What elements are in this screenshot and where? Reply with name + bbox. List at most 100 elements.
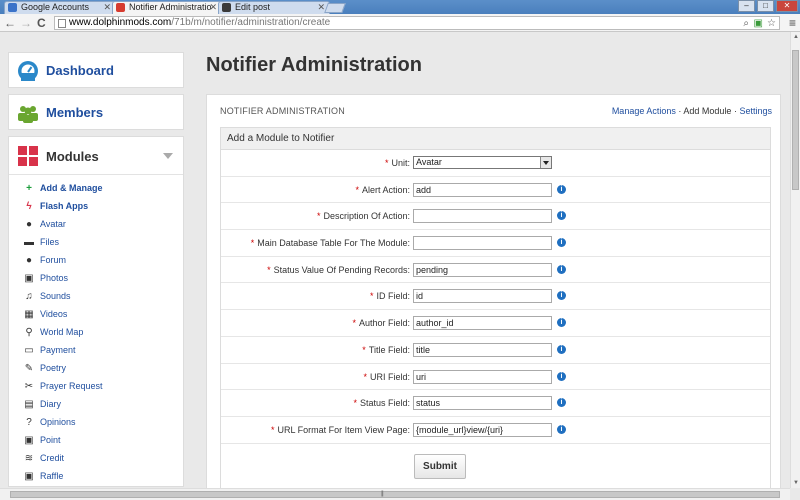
bookmark-star-icon[interactable]: ☆ (767, 18, 776, 30)
sidebar-item-label: Payment (40, 345, 76, 355)
chevron-down-icon[interactable] (163, 153, 173, 159)
film-icon: ▦ (24, 309, 34, 320)
info-icon[interactable]: i (557, 318, 566, 328)
info-icon[interactable]: i (557, 211, 566, 221)
text-input[interactable]: title (413, 342, 552, 357)
sidebar-item-label: Credit (40, 453, 65, 463)
extension-icon[interactable]: ▣ (754, 18, 763, 30)
sidebar-item-dashboard[interactable]: Dashboard (8, 52, 184, 88)
person-icon: ● (25, 219, 33, 230)
info-icon[interactable]: i (557, 371, 566, 381)
sidebar-item-sounds[interactable]: ♫ Sounds (9, 288, 183, 306)
forward-button[interactable]: → (20, 16, 32, 30)
minimize-button[interactable]: – (738, 0, 755, 12)
field-label: * Title Field: (362, 345, 410, 355)
text-input[interactable]: {module_url}view/{uri} (413, 422, 552, 437)
sidebar-item-add-manage[interactable]: + Add & Manage (9, 180, 183, 198)
sidebar-item-world-map[interactable]: ⚲ World Map (9, 324, 183, 342)
tab-edit-post[interactable]: Edit post ✕ (218, 1, 330, 14)
close-window-button[interactable]: ✕ (776, 0, 798, 12)
form-row: * Main Database Table For The Module: i (221, 230, 770, 257)
sidebar-item-credit[interactable]: ≋ Credit (9, 450, 183, 468)
text-input[interactable] (413, 209, 552, 224)
sidebar-item-opinions[interactable]: ? Opinions (9, 414, 183, 432)
site-favicon-icon (116, 3, 125, 12)
sidebar-item-payment[interactable]: ▭ Payment (9, 342, 183, 360)
scroll-down-icon[interactable]: ▼ (793, 480, 799, 486)
browser-tab-strip: Google Accounts ✕ Notifier Administratio… (0, 0, 800, 14)
text-input[interactable]: pending (413, 262, 552, 277)
text-input[interactable]: status (413, 396, 552, 411)
browser-toolbar: ← → C www.dolphinmods.com/71b/m/notifier… (0, 14, 800, 32)
browser-menu-icon[interactable]: ≡ (789, 16, 796, 30)
sidebar-item-prayer-request[interactable]: ✂ Prayer Request (9, 378, 183, 396)
vertical-scrollbar[interactable]: ▲ ▼ (790, 32, 800, 488)
unit-select[interactable]: Avatar (413, 156, 552, 169)
form-heading: Add a Module to Notifier (221, 128, 770, 150)
ticket-icon: ▣ (24, 471, 34, 482)
scrollbar-grip-icon: ||| (381, 491, 384, 497)
sidebar-item-flash-apps[interactable]: ϟ Flash Apps (9, 198, 183, 216)
sidebar-item-members[interactable]: Members (8, 94, 184, 130)
sidebar-item-label: Files (40, 237, 60, 247)
dropdown-arrow-icon[interactable] (540, 157, 551, 168)
info-icon[interactable]: i (557, 264, 566, 274)
info-icon[interactable]: i (557, 238, 566, 248)
sidebar-item-photos[interactable]: ▣ Photos (9, 270, 183, 288)
scroll-up-icon[interactable]: ▲ (793, 34, 799, 40)
close-icon[interactable]: ✕ (103, 2, 111, 13)
text-input[interactable]: id (413, 289, 552, 304)
lightning-icon: ϟ (26, 201, 32, 212)
sidebar-item-poetry[interactable]: ✎ Poetry (9, 360, 183, 378)
field-label-text: URL Format For Item View Page: (277, 424, 410, 435)
scrollbar-thumb[interactable] (10, 491, 780, 498)
magnifier-icon[interactable]: ⌕ (743, 18, 749, 30)
close-icon[interactable]: ✕ (209, 2, 217, 13)
form-row: * Author Field: author_id i (221, 310, 770, 337)
text-input[interactable]: add (413, 182, 552, 197)
text-input[interactable] (413, 236, 552, 251)
sidebar-item-raffle[interactable]: ▣ Raffle (9, 468, 183, 486)
google-icon (8, 3, 17, 12)
maximize-button[interactable]: □ (757, 0, 774, 12)
sidebar-item-modules[interactable]: Modules (9, 137, 183, 175)
text-input[interactable]: uri (413, 369, 552, 384)
sidebar-item-point[interactable]: ▣ Point (9, 432, 183, 450)
text-input[interactable]: author_id (413, 316, 552, 331)
new-tab-button[interactable] (324, 3, 346, 13)
field-label-text: Alert Action: (361, 184, 410, 195)
form-row-unit: * Unit: Avatar (221, 150, 770, 177)
address-bar[interactable]: www.dolphinmods.com/71b/m/notifier/admin… (54, 16, 780, 30)
required-mark: * (369, 291, 374, 302)
sidebar-item-avatar[interactable]: ● Avatar (9, 216, 183, 234)
tab-google-accounts[interactable]: Google Accounts ✕ (4, 1, 116, 14)
info-icon[interactable]: i (557, 398, 566, 408)
sidebar-item-label: Avatar (40, 219, 66, 229)
field-label: * Description Of Action: (317, 211, 410, 221)
card-icon: ▭ (24, 345, 34, 356)
field-label: * Status Value Of Pending Records: (267, 265, 410, 275)
form-row: * Title Field: title i (221, 337, 770, 364)
info-icon[interactable]: i (557, 344, 566, 354)
settings-link[interactable]: Settings (739, 106, 772, 116)
sidebar-item-videos[interactable]: ▦ Videos (9, 306, 183, 324)
sidebar-item-diary[interactable]: ▤ Diary (9, 396, 183, 414)
speedometer-icon (18, 61, 38, 81)
tab-notifier-administration[interactable]: Notifier Administratio ✕ (112, 1, 222, 14)
horizontal-scrollbar[interactable]: ||| (0, 488, 790, 500)
manage-actions-link[interactable]: Manage Actions (612, 106, 676, 116)
grid-icon (18, 146, 38, 166)
form-row: * URI Field: uri i (221, 364, 770, 391)
reload-button[interactable]: C (37, 16, 46, 30)
tab-label: Google Accounts (21, 2, 90, 12)
sidebar-item-forum[interactable]: ● Forum (9, 252, 183, 270)
book-icon: ▤ (24, 399, 34, 410)
submit-button[interactable]: Submit (414, 454, 466, 479)
info-icon[interactable]: i (557, 184, 566, 194)
sidebar-item-files[interactable]: ▬ Files (9, 234, 183, 252)
scrollbar-thumb[interactable] (792, 50, 799, 190)
info-icon[interactable]: i (557, 424, 566, 434)
back-button[interactable]: ← (4, 16, 16, 30)
modules-list: + Add & Manage ϟ Flash Apps ● Avatar ▬ Files ● Fo… (9, 175, 183, 486)
info-icon[interactable]: i (557, 291, 566, 301)
